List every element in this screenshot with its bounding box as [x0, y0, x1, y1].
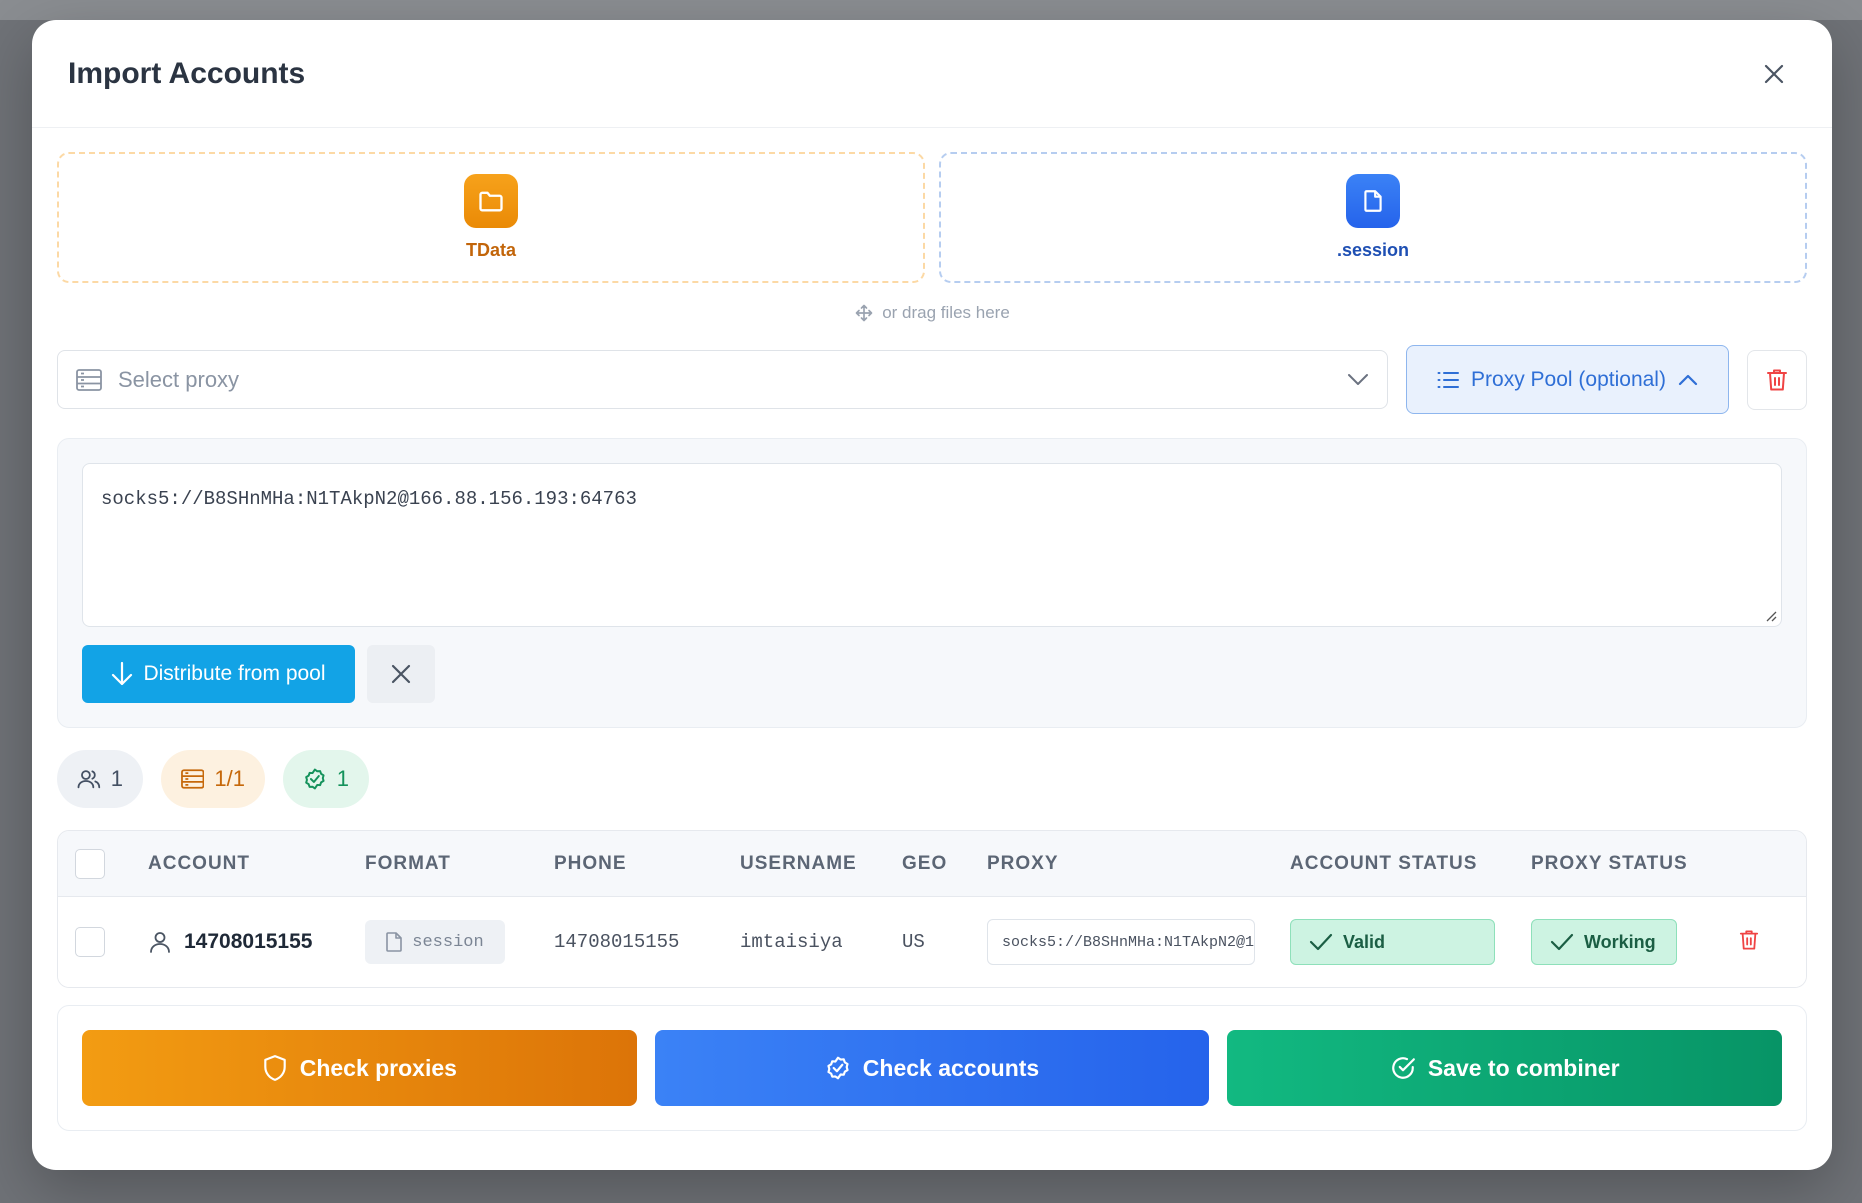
tdata-dropzone[interactable]: TData: [57, 152, 925, 283]
chevron-down-icon: [1348, 373, 1368, 385]
save-label: Save to combiner: [1427, 1054, 1620, 1081]
header-geo[interactable]: GEO: [902, 853, 987, 875]
check-accounts-label: Check accounts: [862, 1054, 1040, 1081]
session-label: .session: [1336, 240, 1410, 260]
arrow-down-icon: [112, 661, 133, 686]
shield-icon: [263, 1055, 286, 1081]
header-username[interactable]: USERNAME: [740, 853, 902, 875]
table-header: ACCOUNT FORMAT PHONE USERNAME GEO PROXY …: [58, 831, 1806, 897]
backdrop: [0, 0, 1862, 20]
check-icon: [1550, 933, 1574, 951]
geo-cell: US: [902, 931, 925, 953]
select-all-checkbox[interactable]: [75, 848, 105, 879]
user-icon: [150, 932, 170, 953]
phone-cell: 14708015155: [554, 931, 680, 953]
header-account-status[interactable]: ACCOUNT STATUS: [1290, 853, 1531, 875]
badge-check-icon: [827, 1056, 849, 1080]
valid-count-badge: 1: [283, 750, 369, 808]
server-icon: [181, 769, 205, 789]
close-pool-button[interactable]: [367, 645, 435, 703]
resize-grip-icon[interactable]: [1765, 610, 1777, 622]
save-to-combiner-button[interactable]: Save to combiner: [1227, 1030, 1783, 1106]
actions-panel: Check proxies Check accounts Save to com…: [57, 1005, 1807, 1131]
trash-icon: [1767, 369, 1787, 390]
distribute-from-pool-button[interactable]: Distribute from pool: [82, 645, 355, 703]
move-icon: [855, 304, 873, 322]
close-button[interactable]: [1752, 52, 1796, 96]
accounts-table: ACCOUNT FORMAT PHONE USERNAME GEO PROXY …: [57, 830, 1807, 988]
session-dropzone[interactable]: .session: [939, 152, 1807, 283]
accounts-count: 1: [110, 766, 123, 791]
check-accounts-button[interactable]: Check accounts: [654, 1030, 1210, 1106]
trash-icon: [1739, 929, 1759, 950]
account-phone: 14708015155: [184, 930, 313, 953]
proxies-count: 1/1: [214, 766, 245, 791]
drag-hint-text: or drag files here: [882, 303, 1010, 322]
accounts-count-badge: 1: [57, 750, 143, 808]
username-cell: imtaisiya: [740, 931, 843, 953]
modal-title: Import Accounts: [68, 56, 306, 90]
account-status-text: Valid: [1343, 931, 1386, 952]
proxy-pool-panel: socks5://B8SHnMHa:N1TAkpN2@166.88.156.19…: [57, 438, 1807, 728]
header-account[interactable]: ACCOUNT: [148, 853, 365, 875]
list-icon: [1437, 371, 1460, 388]
format-badge: session: [365, 920, 505, 964]
check-icon: [1309, 933, 1333, 951]
modal-header: Import Accounts: [32, 20, 1832, 128]
close-icon: [1764, 64, 1784, 83]
table-row: 14708015155 session 14708015155 imtaisiy…: [58, 897, 1806, 987]
tdata-label: TData: [465, 240, 516, 260]
row-proxy-input[interactable]: socks5://B8SHnMHa:N1TAkpN2@166.88.156.19…: [987, 919, 1255, 965]
header-format[interactable]: FORMAT: [365, 853, 554, 875]
file-icon: [386, 932, 403, 952]
drag-hint: or drag files here: [57, 301, 1807, 325]
header-proxy[interactable]: PROXY: [987, 853, 1290, 875]
header-phone[interactable]: PHONE: [554, 853, 740, 875]
proxy-status-badge: Working: [1531, 919, 1677, 965]
check-proxies-button[interactable]: Check proxies: [82, 1030, 637, 1106]
chevron-up-icon: [1678, 374, 1698, 385]
proxies-count-badge: 1/1: [161, 750, 265, 808]
delete-row-button[interactable]: [1739, 929, 1806, 956]
proxy-pool-toggle-button[interactable]: Proxy Pool (optional): [1406, 345, 1729, 414]
proxy-select[interactable]: Select proxy: [57, 350, 1388, 409]
account-status-badge: Valid: [1290, 919, 1495, 965]
check-proxies-label: Check proxies: [299, 1054, 457, 1081]
check-circle-icon: [305, 768, 325, 790]
folder-icon: [464, 174, 518, 228]
users-icon: [77, 770, 101, 789]
proxy-select-placeholder: Select proxy: [118, 366, 240, 392]
header-proxy-status[interactable]: PROXY STATUS: [1531, 853, 1739, 875]
proxy-pool-textarea[interactable]: socks5://B8SHnMHa:N1TAkpN2@166.88.156.19…: [82, 463, 1782, 627]
format-value: session: [412, 932, 484, 952]
proxy-pool-label: Proxy Pool (optional): [1471, 367, 1666, 391]
close-icon: [391, 664, 411, 684]
proxy-pool-textarea-value: socks5://B8SHnMHa:N1TAkpN2@166.88.156.19…: [101, 488, 637, 510]
check-circle-icon: [1391, 1057, 1415, 1079]
valid-count: 1: [336, 766, 349, 791]
distribute-label: Distribute from pool: [143, 662, 326, 685]
file-icon: [1346, 174, 1400, 228]
proxy-status-text: Working: [1584, 931, 1656, 952]
row-checkbox[interactable]: [75, 927, 105, 957]
import-accounts-modal: Import Accounts TData .session or drag f…: [32, 20, 1832, 1170]
server-icon: [76, 368, 102, 391]
clear-proxy-button[interactable]: [1747, 349, 1807, 410]
